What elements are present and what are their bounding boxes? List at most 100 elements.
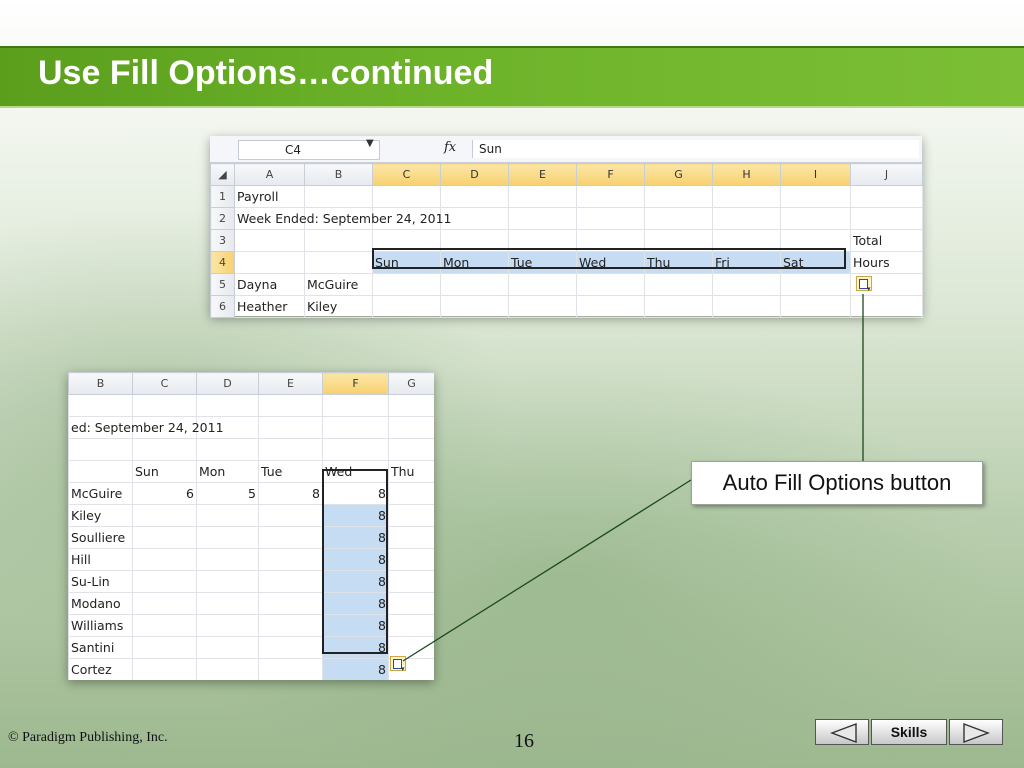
col-header[interactable]: F bbox=[322, 372, 389, 395]
skills-button[interactable]: Skills bbox=[871, 719, 947, 745]
cell[interactable] bbox=[304, 251, 373, 274]
cell[interactable] bbox=[780, 185, 851, 208]
cell[interactable] bbox=[304, 229, 373, 252]
cell[interactable] bbox=[780, 295, 851, 318]
col-header[interactable]: B bbox=[304, 163, 373, 186]
cell[interactable] bbox=[132, 438, 197, 461]
cell[interactable] bbox=[644, 273, 713, 296]
cell[interactable] bbox=[712, 185, 781, 208]
cell[interactable]: 5 bbox=[196, 482, 259, 505]
cell[interactable] bbox=[196, 570, 259, 593]
cell[interactable] bbox=[388, 592, 434, 615]
col-header[interactable]: E bbox=[258, 372, 323, 395]
col-header[interactable]: H bbox=[712, 163, 781, 186]
col-header[interactable]: J bbox=[850, 163, 923, 186]
cell[interactable] bbox=[132, 658, 197, 680]
cell[interactable] bbox=[258, 614, 323, 637]
cell[interactable] bbox=[258, 548, 323, 571]
cell[interactable]: ed: September 24, 2011 bbox=[68, 416, 224, 439]
cell[interactable] bbox=[196, 548, 259, 571]
cell[interactable]: Cortez bbox=[68, 658, 133, 680]
cell[interactable] bbox=[234, 251, 305, 274]
cell[interactable]: Hours bbox=[850, 251, 923, 274]
cell[interactable] bbox=[196, 438, 259, 461]
cell[interactable] bbox=[132, 614, 197, 637]
cell[interactable] bbox=[304, 185, 373, 208]
cell[interactable]: Total bbox=[850, 229, 923, 252]
cell[interactable] bbox=[196, 658, 259, 680]
cell[interactable]: Payroll bbox=[234, 185, 305, 208]
col-header[interactable]: C bbox=[132, 372, 197, 395]
cell[interactable] bbox=[68, 394, 133, 417]
cell[interactable] bbox=[850, 207, 923, 230]
cell[interactable] bbox=[258, 526, 323, 549]
auto-fill-options-button[interactable]: ▾ bbox=[390, 656, 406, 673]
cell[interactable]: Hill bbox=[68, 548, 133, 571]
cell[interactable]: Modano bbox=[68, 592, 133, 615]
cell[interactable] bbox=[258, 394, 323, 417]
cell[interactable] bbox=[644, 207, 713, 230]
cell[interactable] bbox=[388, 394, 434, 417]
row-header[interactable]: 4 bbox=[210, 251, 235, 274]
cell[interactable] bbox=[850, 185, 923, 208]
next-button[interactable] bbox=[949, 719, 1003, 745]
cell[interactable]: Tue bbox=[258, 460, 323, 483]
cell[interactable] bbox=[258, 416, 323, 439]
cell[interactable]: Santini bbox=[68, 636, 133, 659]
cell[interactable] bbox=[132, 548, 197, 571]
cell[interactable] bbox=[388, 438, 434, 461]
cell[interactable] bbox=[68, 460, 133, 483]
cell[interactable] bbox=[388, 570, 434, 593]
cell[interactable] bbox=[576, 273, 645, 296]
col-header[interactable]: I bbox=[780, 163, 851, 186]
cell[interactable]: Thu bbox=[388, 460, 434, 483]
cell[interactable]: Williams bbox=[68, 614, 133, 637]
cell[interactable] bbox=[372, 295, 441, 318]
cell[interactable]: 6 bbox=[132, 482, 197, 505]
col-header[interactable]: E bbox=[508, 163, 577, 186]
col-header[interactable]: B bbox=[68, 372, 133, 395]
cell[interactable] bbox=[234, 229, 305, 252]
cell[interactable] bbox=[440, 295, 509, 318]
cell[interactable] bbox=[68, 438, 133, 461]
cell[interactable] bbox=[644, 185, 713, 208]
col-header[interactable]: D bbox=[196, 372, 259, 395]
chevron-down-icon[interactable]: ▼ bbox=[366, 138, 374, 149]
cell[interactable]: 8 bbox=[322, 658, 389, 680]
col-header[interactable]: A bbox=[234, 163, 305, 186]
fx-icon[interactable]: fx bbox=[444, 140, 470, 158]
cell[interactable] bbox=[780, 273, 851, 296]
cell[interactable] bbox=[508, 207, 577, 230]
row-header[interactable]: 6 bbox=[210, 295, 235, 318]
cell[interactable] bbox=[388, 614, 434, 637]
cell[interactable] bbox=[440, 273, 509, 296]
cell[interactable]: Soulliere bbox=[68, 526, 133, 549]
col-header[interactable]: G bbox=[388, 372, 434, 395]
name-box[interactable]: C4 bbox=[238, 140, 380, 160]
cell[interactable] bbox=[780, 207, 851, 230]
cell[interactable] bbox=[712, 207, 781, 230]
row-header[interactable]: 5 bbox=[210, 273, 235, 296]
cell[interactable] bbox=[576, 295, 645, 318]
cell[interactable] bbox=[576, 185, 645, 208]
cell[interactable] bbox=[196, 636, 259, 659]
cell[interactable] bbox=[322, 394, 389, 417]
cell[interactable] bbox=[576, 207, 645, 230]
cell[interactable]: Heather bbox=[234, 295, 305, 318]
col-header[interactable]: D bbox=[440, 163, 509, 186]
cell[interactable] bbox=[258, 658, 323, 680]
cell[interactable] bbox=[322, 416, 389, 439]
cell[interactable]: Su-Lin bbox=[68, 570, 133, 593]
cell[interactable]: Kiley bbox=[68, 504, 133, 527]
cell[interactable] bbox=[440, 185, 509, 208]
cell[interactable] bbox=[196, 614, 259, 637]
cell[interactable] bbox=[388, 526, 434, 549]
cell[interactable] bbox=[258, 636, 323, 659]
cell[interactable] bbox=[372, 185, 441, 208]
row-header[interactable]: 2 bbox=[210, 207, 235, 230]
col-header[interactable]: C bbox=[372, 163, 441, 186]
auto-fill-options-button[interactable]: ▾ bbox=[856, 276, 872, 293]
cell[interactable]: 8 bbox=[258, 482, 323, 505]
cell[interactable] bbox=[388, 482, 434, 505]
cell[interactable]: Kiley bbox=[304, 295, 373, 318]
